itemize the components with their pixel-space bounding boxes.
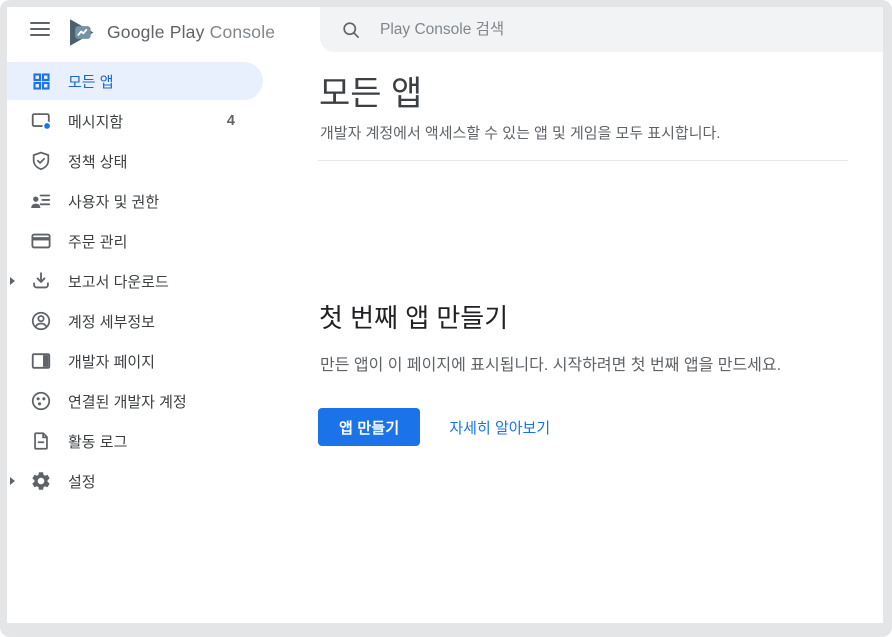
menu-hamburger-icon[interactable] [30,22,50,37]
sidebar-item-label: 개발자 페이지 [68,351,155,372]
sidebar-item-policy-status[interactable]: 정책 상태 [7,141,263,181]
sidebar-item-label: 계정 세부정보 [68,311,155,332]
sidebar: 모든 앱 메시지함 4 정책 상태 [7,61,320,501]
sidebar-item-order-management[interactable]: 주문 관리 [7,221,263,261]
apps-grid-icon [30,70,52,92]
settings-gear-icon [30,470,52,492]
credit-card-icon [30,230,52,252]
logo-wordmark: Google Play Console [107,22,275,43]
sidebar-item-label: 모든 앱 [68,71,114,92]
page-title: 모든 앱 [319,74,855,114]
window-frame: Google Play Console 모든 앱 [0,0,892,637]
sidebar-item-label: 주문 관리 [68,231,127,252]
empty-state-description: 만든 앱이 이 페이지에 표시됩니다. 시작하려면 첫 번째 앱을 만드세요. [320,355,855,377]
sidebar-item-developer-page[interactable]: 개발자 페이지 [7,341,263,381]
linked-accounts-icon [30,390,52,412]
create-app-button[interactable]: 앱 만들기 [318,408,420,446]
sidebar-item-label: 활동 로그 [68,431,127,452]
main-content: 모든 앱 개발자 계정에서 액세스할 수 있는 앱 및 게임을 모두 표시합니다… [318,52,855,446]
inbox-count-badge: 4 [227,113,235,129]
sidebar-item-account-details[interactable]: 계정 세부정보 [7,301,263,341]
account-circle-icon [30,310,52,332]
learn-more-link[interactable]: 자세히 알아보기 [449,417,550,438]
sidebar-item-download-reports[interactable]: 보고서 다운로드 [7,261,263,301]
page-subtitle: 개발자 계정에서 액세스할 수 있는 앱 및 게임을 모두 표시합니다. [320,124,855,144]
sidebar-item-label: 정책 상태 [68,151,127,172]
sidebar-item-activity-log[interactable]: 활동 로그 [7,421,263,461]
developer-page-icon [30,350,52,372]
inbox-icon [30,110,52,132]
play-console-window: Google Play Console 모든 앱 [7,7,883,623]
sidebar-item-label: 설정 [68,471,96,492]
sidebar-item-label: 보고서 다운로드 [68,271,169,292]
section-divider [318,160,848,161]
empty-state-title: 첫 번째 앱 만들기 [319,301,855,335]
activity-log-icon [30,430,52,452]
sidebar-item-users-permissions[interactable]: 사용자 및 권한 [7,181,263,221]
sidebar-item-label: 메시지함 [68,111,123,132]
expand-arrow-icon[interactable] [10,277,15,285]
download-icon [30,270,52,292]
sidebar-item-settings[interactable]: 설정 [7,461,263,501]
sidebar-item-inbox[interactable]: 메시지함 4 [7,101,263,141]
expand-arrow-icon[interactable] [10,477,15,485]
search-icon [341,20,361,40]
sidebar-item-label: 연결된 개발자 계정 [68,391,187,412]
sidebar-item-all-apps[interactable]: 모든 앱 [7,62,263,100]
google-play-console-logo: Google Play Console [65,11,275,53]
shield-check-icon [30,150,52,172]
search-input[interactable] [378,20,822,40]
sidebar-item-linked-developer-accounts[interactable]: 연결된 개발자 계정 [7,381,263,421]
search-bar[interactable] [320,7,883,52]
users-icon [30,190,52,212]
sidebar-item-label: 사용자 및 권한 [68,191,159,212]
play-logo-icon [65,16,98,49]
empty-state-actions: 앱 만들기 자세히 알아보기 [318,408,855,446]
